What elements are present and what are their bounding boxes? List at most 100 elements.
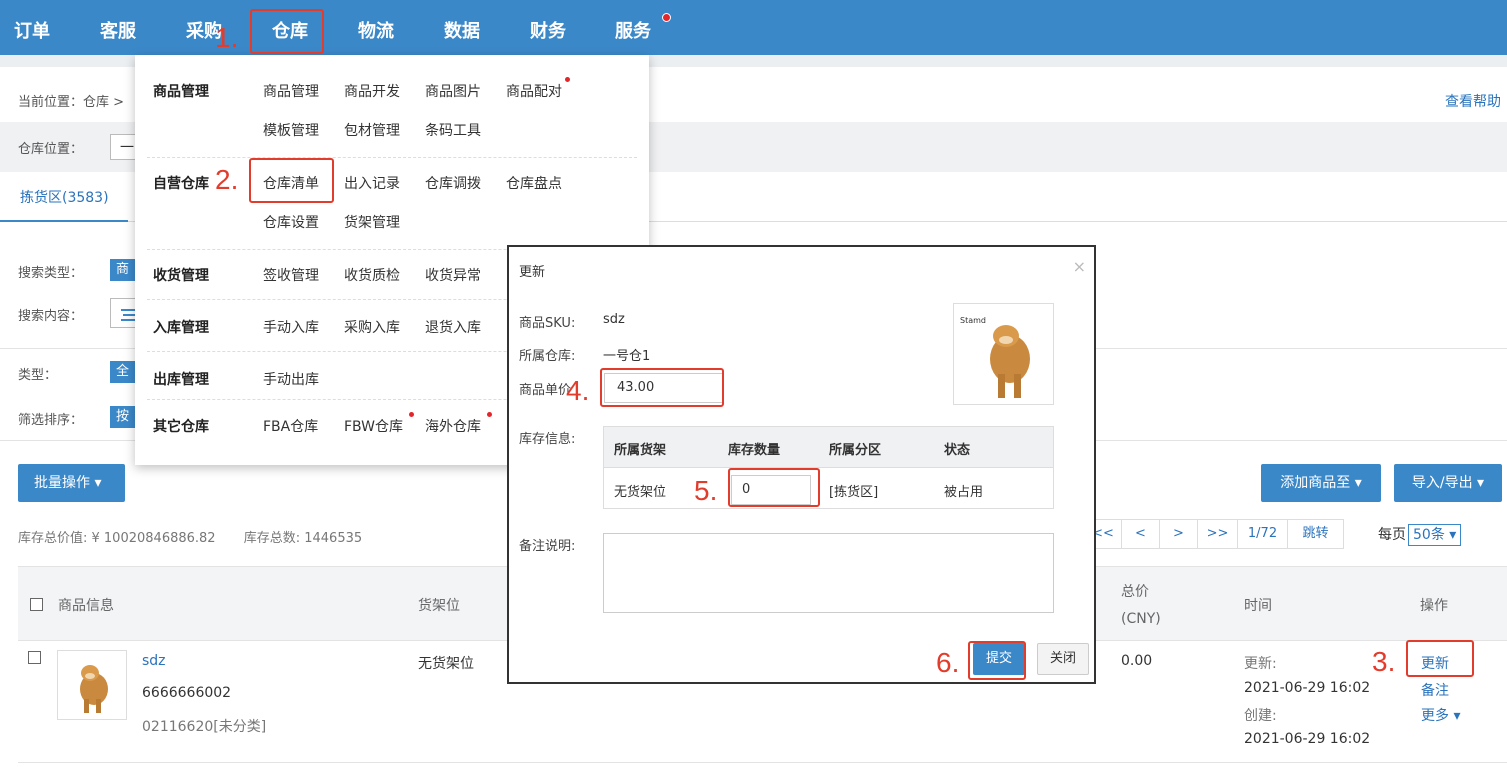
menu-item-fbw[interactable]: FBW仓库 (344, 416, 403, 436)
nav-customer-service[interactable]: 客服 (100, 0, 136, 55)
updated-label: 更新: (1244, 656, 1277, 672)
note-label: 备注说明: (519, 539, 576, 554)
product-sku-link[interactable]: sdz (142, 653, 166, 669)
sort-label: 筛选排序： (18, 413, 84, 428)
col-product: 商品信息 (58, 598, 114, 614)
nav-logistics[interactable]: 物流 (358, 0, 394, 55)
product-image: Stamd (953, 303, 1054, 405)
per-page: 每页 50条 ▾ (1378, 524, 1462, 546)
menu-item-barcode-tool[interactable]: 条码工具 (425, 120, 481, 140)
annotation-box-warehouse-nav (250, 9, 324, 54)
per-page-select[interactable]: 50条 ▾ (1408, 524, 1462, 546)
menu-item-product-management[interactable]: 商品管理 (263, 81, 319, 101)
menu-item-in-out-records[interactable]: 出入记录 (344, 173, 400, 193)
product-category: 02116620[未分类] (142, 719, 267, 735)
stock-row-zone: [拣货区] (829, 485, 879, 500)
add-product-to-button[interactable]: 添加商品至 ▾ (1261, 464, 1381, 502)
select-all-checkbox[interactable] (30, 598, 43, 611)
close-icon[interactable]: × (1073, 257, 1086, 276)
menu-item-warehouse-settings[interactable]: 仓库设置 (263, 212, 319, 232)
created-time: 2021-06-29 16:02 (1244, 731, 1371, 747)
col-action: 操作 (1420, 598, 1448, 614)
nav-orders[interactable]: 订单 (14, 0, 50, 55)
menu-item-manual-inbound[interactable]: 手动入库 (263, 317, 319, 337)
col-currency: (CNY) (1121, 611, 1161, 627)
nav-data[interactable]: 数据 (444, 0, 480, 55)
stock-row-status: 被占用 (944, 485, 984, 500)
help-link[interactable]: 查看帮助 (1445, 91, 1501, 111)
product-thumbnail[interactable] (57, 650, 127, 720)
inventory-totals: 库存总价值: ¥ 10020846886.82 库存总数: 1446535 (18, 527, 386, 546)
annotation-box-warehouse-list (249, 158, 334, 203)
annotation-step-6: 6. (936, 647, 960, 678)
tab-picking-zone[interactable]: 拣货区(3583) (0, 172, 128, 222)
sku-value[interactable]: sdz (603, 312, 625, 327)
menu-item-shelf-management[interactable]: 货架管理 (344, 212, 400, 232)
stock-row-shelf: 无货架位 (614, 485, 667, 500)
pager-page: 1/72 (1238, 519, 1288, 549)
menu-item-purchase-inbound[interactable]: 采购入库 (344, 317, 400, 337)
menu-item-manual-outbound[interactable]: 手动出库 (263, 369, 319, 389)
import-export-button[interactable]: 导入/导出 ▾ (1394, 464, 1502, 502)
more-action-link[interactable]: 更多 ▾ (1421, 705, 1460, 725)
menu-item-sign-receipt[interactable]: 签收管理 (263, 265, 319, 285)
col-time: 时间 (1244, 598, 1272, 614)
row-checkbox[interactable] (28, 651, 41, 664)
pager-prev[interactable]: < (1122, 519, 1160, 549)
warehouse-label: 所属仓库: (519, 349, 576, 364)
annotation-step-2: 2. (215, 164, 239, 195)
annotation-step-3: 3. (1372, 646, 1396, 677)
menu-item-product-matching[interactable]: 商品配对 (506, 81, 562, 101)
menu-item-transfer[interactable]: 仓库调拨 (425, 173, 481, 193)
category-chip[interactable]: 全部 (110, 361, 136, 383)
stock-info-label: 库存信息: (519, 432, 576, 447)
menu-group-products: 商品管理 (153, 84, 209, 100)
batch-operations-button[interactable]: 批量操作 ▾ (18, 464, 125, 502)
menu-group-other-warehouses: 其它仓库 (153, 419, 209, 435)
close-button[interactable]: 关闭 (1037, 643, 1089, 675)
col-shelf: 货架位 (418, 598, 460, 614)
note-textarea[interactable] (603, 533, 1054, 613)
menu-item-stocktake[interactable]: 仓库盘点 (506, 173, 562, 193)
menu-item-return-inbound[interactable]: 退货入库 (425, 317, 481, 337)
inventory-total-value: 库存总价值: ¥ 10020846886.82 (18, 531, 216, 546)
sku-label: 商品SKU: (519, 316, 576, 331)
menu-new-dot (409, 412, 414, 417)
nav-services[interactable]: 服务 (615, 0, 651, 55)
stock-table: 所属货架 库存数量 所属分区 状态 无货架位 0 [拣货区] 被占用 (603, 426, 1054, 509)
pager-jump[interactable]: 跳转 (1288, 519, 1344, 549)
search-type-chip[interactable]: 商品 (110, 259, 136, 281)
product-code: 6666666002 (142, 685, 232, 701)
update-dialog: 更新 × 商品SKU: sdz 所属仓库: 一号仓1 商品单价 43.00 St… (507, 245, 1096, 684)
menu-item-quality-check[interactable]: 收货质检 (344, 265, 400, 285)
notification-dot (662, 13, 671, 22)
stock-col-qty: 库存数量 (728, 443, 781, 458)
stock-col-zone: 所属分区 (829, 443, 882, 458)
inventory-total-count: 库存总数: 1446535 (243, 531, 363, 546)
menu-item-product-development[interactable]: 商品开发 (344, 81, 400, 101)
menu-group-own-warehouse: 自营仓库 (153, 176, 209, 192)
menu-group-receiving: 收货管理 (153, 268, 209, 284)
breadcrumb: 当前位置：仓库 > (18, 95, 125, 110)
menu-item-fba[interactable]: FBA仓库 (263, 416, 318, 436)
annotation-step-1: 1. (215, 22, 239, 53)
menu-item-packaging[interactable]: 包材管理 (344, 120, 400, 140)
updated-time: 2021-06-29 16:02 (1244, 680, 1371, 696)
annotation-box-update-link (1406, 640, 1474, 677)
annotation-step-4: 4. (566, 375, 590, 406)
note-action-link[interactable]: 备注 (1421, 680, 1449, 700)
search-type-label: 搜索类型： (18, 266, 84, 281)
pager-next[interactable]: > (1160, 519, 1198, 549)
pager-last[interactable]: >> (1198, 519, 1238, 549)
shiba-dog-image (80, 665, 108, 713)
sort-chip[interactable]: 按 (110, 406, 136, 428)
stock-col-shelf: 所属货架 (614, 443, 667, 458)
menu-item-templates[interactable]: 模板管理 (263, 120, 319, 140)
search-content-label: 搜索内容： (18, 309, 84, 324)
nav-finance[interactable]: 财务 (530, 0, 566, 55)
menu-item-overseas[interactable]: 海外仓库 (425, 416, 481, 436)
menu-item-product-images[interactable]: 商品图片 (425, 81, 481, 101)
stock-col-status: 状态 (944, 443, 971, 458)
menu-item-receiving-exception[interactable]: 收货异常 (425, 265, 481, 285)
menu-divider (147, 157, 637, 158)
